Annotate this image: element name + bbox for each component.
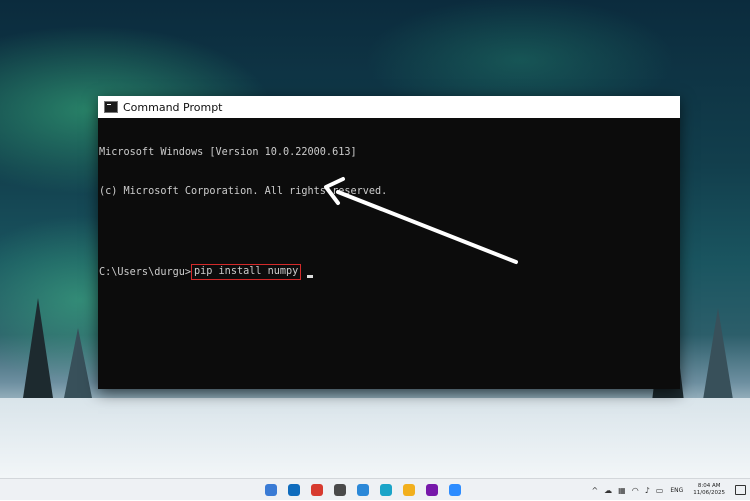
clock-date: 11/06/2025 bbox=[693, 490, 725, 496]
system-tray: ^ ☁ ▦ ◠ ♪ ▭ ENG 8:04 AM 11/06/2025 bbox=[588, 479, 746, 501]
command-prompt-icon bbox=[104, 101, 118, 113]
taskbar-app-widgets-icon[interactable] bbox=[265, 484, 277, 496]
network-icon[interactable]: ▦ bbox=[618, 486, 626, 495]
cloud-icon[interactable]: ☁ bbox=[604, 486, 612, 495]
command-prompt-window[interactable]: Command Prompt Microsoft Windows [Versio… bbox=[98, 96, 680, 389]
snow-ground bbox=[0, 398, 750, 478]
console-line: (c) Microsoft Corporation. All rights re… bbox=[99, 186, 388, 197]
taskbar-app-onenote-icon[interactable] bbox=[426, 484, 438, 496]
typed-command-highlight: pip install numpy bbox=[191, 264, 302, 280]
console-output[interactable]: Microsoft Windows [Version 10.0.22000.61… bbox=[98, 118, 680, 306]
chevron-up-icon[interactable]: ^ bbox=[591, 486, 598, 495]
clock[interactable]: 8:04 AM 11/06/2025 bbox=[693, 483, 725, 497]
notification-icon[interactable] bbox=[735, 485, 746, 495]
clock-time: 8:04 AM bbox=[697, 483, 721, 489]
prompt-line[interactable]: C:\Users\durgu> pip install numpy bbox=[99, 264, 680, 280]
taskbar-app-photos-icon[interactable] bbox=[357, 484, 369, 496]
taskbar-app-zoom-icon[interactable] bbox=[449, 484, 461, 496]
taskbar-app-settings-icon[interactable] bbox=[334, 484, 346, 496]
wifi-icon[interactable]: ◠ bbox=[632, 486, 639, 495]
window-title: Command Prompt bbox=[123, 100, 223, 114]
taskbar-app-chrome-icon[interactable] bbox=[403, 484, 415, 496]
battery-icon[interactable]: ▭ bbox=[656, 486, 664, 495]
taskbar: ^ ☁ ▦ ◠ ♪ ▭ ENG 8:04 AM 11/06/2025 bbox=[0, 478, 750, 500]
taskbar-app-edge-icon[interactable] bbox=[380, 484, 392, 496]
taskbar-app-anydesk-icon[interactable] bbox=[311, 484, 323, 496]
prompt-path: C:\Users\durgu> bbox=[99, 266, 192, 278]
title-bar[interactable]: Command Prompt bbox=[98, 96, 680, 118]
console-line: Microsoft Windows [Version 10.0.22000.61… bbox=[99, 147, 357, 158]
text-cursor bbox=[307, 274, 314, 278]
taskbar-app-outlook-icon[interactable] bbox=[288, 484, 300, 496]
volume-icon[interactable]: ♪ bbox=[645, 486, 650, 495]
language-indicator[interactable]: ENG bbox=[670, 487, 683, 494]
